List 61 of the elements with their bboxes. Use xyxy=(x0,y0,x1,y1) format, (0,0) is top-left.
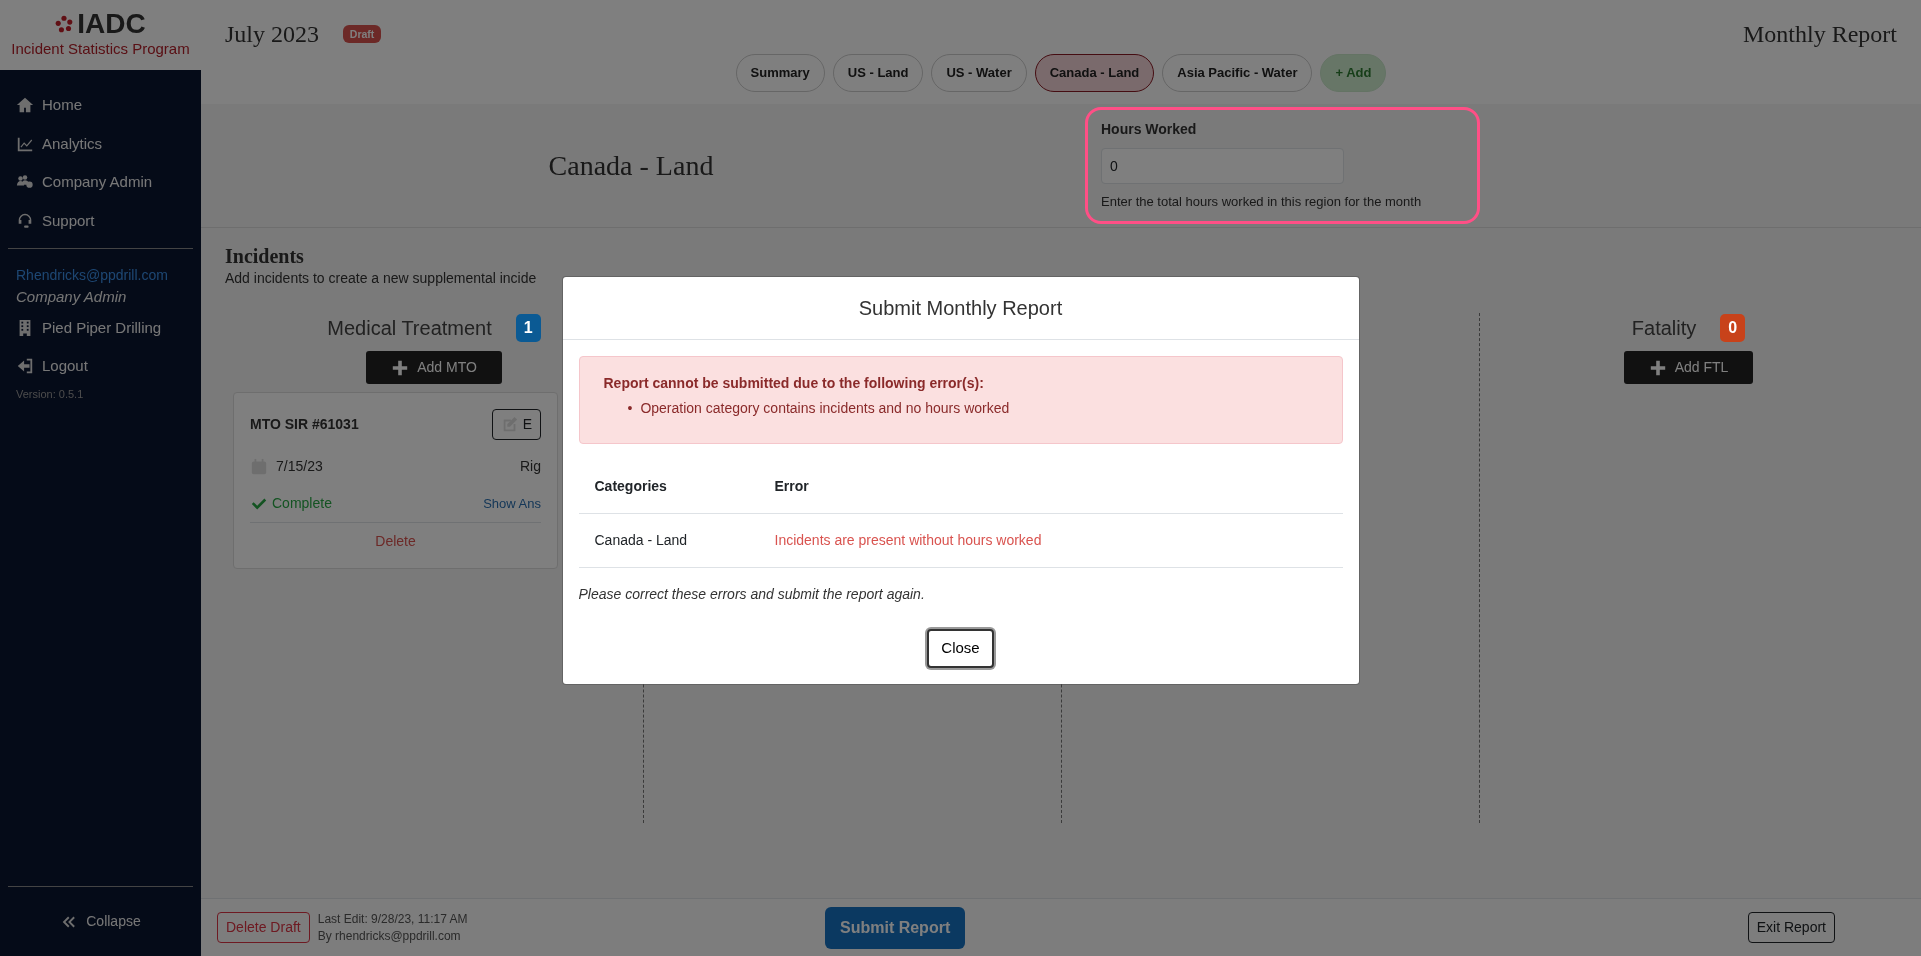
region-tab[interactable]: Asia Pacific - Water xyxy=(1162,54,1313,92)
table-cell: Canada - Land xyxy=(578,513,759,568)
headset-icon xyxy=(16,211,34,230)
user-email: Rhendricks@ppdrill.com xyxy=(16,266,169,285)
exit-report-button[interactable]: Exit Report xyxy=(1747,912,1835,943)
close-button[interactable]: Close xyxy=(927,629,994,668)
logo-subtitle: Incident Statistics Program xyxy=(11,38,190,59)
edited-by-text: By rhendricks@ppdrill.com xyxy=(317,927,462,945)
help-text: Enter the total hours worked in this region for the month xyxy=(1101,193,1423,212)
page-title: Monthly Report xyxy=(1743,20,1897,49)
nav-link[interactable]: Home xyxy=(16,94,185,117)
count-badge: 1 xyxy=(515,314,541,342)
add-incident-button[interactable]: Add FTL xyxy=(1623,351,1754,384)
plus-icon xyxy=(1648,358,1667,377)
last-edit-text: Last Edit: 9/28/23, 11:17 AM xyxy=(317,910,468,928)
error-cell: Incidents are present without hours worked xyxy=(758,513,1343,568)
region-tab[interactable]: US - Water xyxy=(931,54,1027,92)
logo-text: IADC xyxy=(77,9,146,38)
modal-title: Submit Monthly Report xyxy=(858,296,1063,321)
add-incident-button[interactable]: Add MTO xyxy=(366,351,502,384)
plus-icon xyxy=(391,358,410,377)
alert-heading: Report cannot be submitted due to the following error(s): xyxy=(603,374,985,393)
company-link[interactable]: Pied Piper Drilling xyxy=(16,316,185,339)
region-tab[interactable]: Summary xyxy=(735,54,825,92)
section-description: Add incidents to create a new supplemental incide xyxy=(225,269,538,288)
version-text: Version: 0.5.1 xyxy=(16,386,85,402)
logout-icon xyxy=(16,357,34,376)
show-answers-link[interactable]: Show Ans xyxy=(483,493,541,514)
delete-draft-button[interactable]: Delete Draft xyxy=(217,912,310,943)
status-badge: Draft xyxy=(343,25,382,43)
flower-logo-icon xyxy=(55,14,74,33)
section-title: Incidents xyxy=(225,244,305,268)
region-tab[interactable]: Canada - Land xyxy=(1034,54,1155,92)
column-title: Medical Treatment xyxy=(327,316,492,341)
collapse-link[interactable]: Collapse xyxy=(60,911,141,932)
field-label: Hours Worked xyxy=(1101,120,1198,140)
logout-link[interactable]: Logout xyxy=(16,355,185,378)
rig-label: Rig xyxy=(520,457,541,476)
add-tab-button[interactable]: + Add xyxy=(1320,54,1387,92)
status-text: Complete xyxy=(272,494,332,513)
alert-item: Operation category contains incidents and no hours worked xyxy=(640,399,1010,418)
column-header: Error xyxy=(758,460,1343,514)
nav-link[interactable]: Analytics xyxy=(16,132,185,155)
delete-link[interactable]: Delete xyxy=(250,531,541,552)
incident-date: 7/15/23 xyxy=(276,457,323,476)
nav-link[interactable]: Company Admin xyxy=(16,171,185,194)
submit-report-button[interactable]: Submit Report xyxy=(825,906,966,949)
region-tab[interactable]: US - Land xyxy=(832,54,924,92)
column-title: Fatality xyxy=(1631,316,1697,341)
column-header: Categories xyxy=(578,460,759,514)
report-period: July 2023 xyxy=(225,20,319,49)
region-title: Canada - Land xyxy=(548,148,714,183)
bullet-mark: • xyxy=(627,399,633,418)
nav-link[interactable]: Support xyxy=(16,209,185,232)
edit-button[interactable]: E xyxy=(491,409,541,440)
user-role: Company Admin xyxy=(16,287,128,307)
card-title: MTO SIR #61031 xyxy=(250,415,359,434)
hours-input[interactable]: 0 xyxy=(1101,148,1344,185)
modal-note: Please correct these errors and submit the report again. xyxy=(578,585,926,604)
count-badge: 0 xyxy=(1720,314,1746,342)
home-icon xyxy=(16,96,34,115)
